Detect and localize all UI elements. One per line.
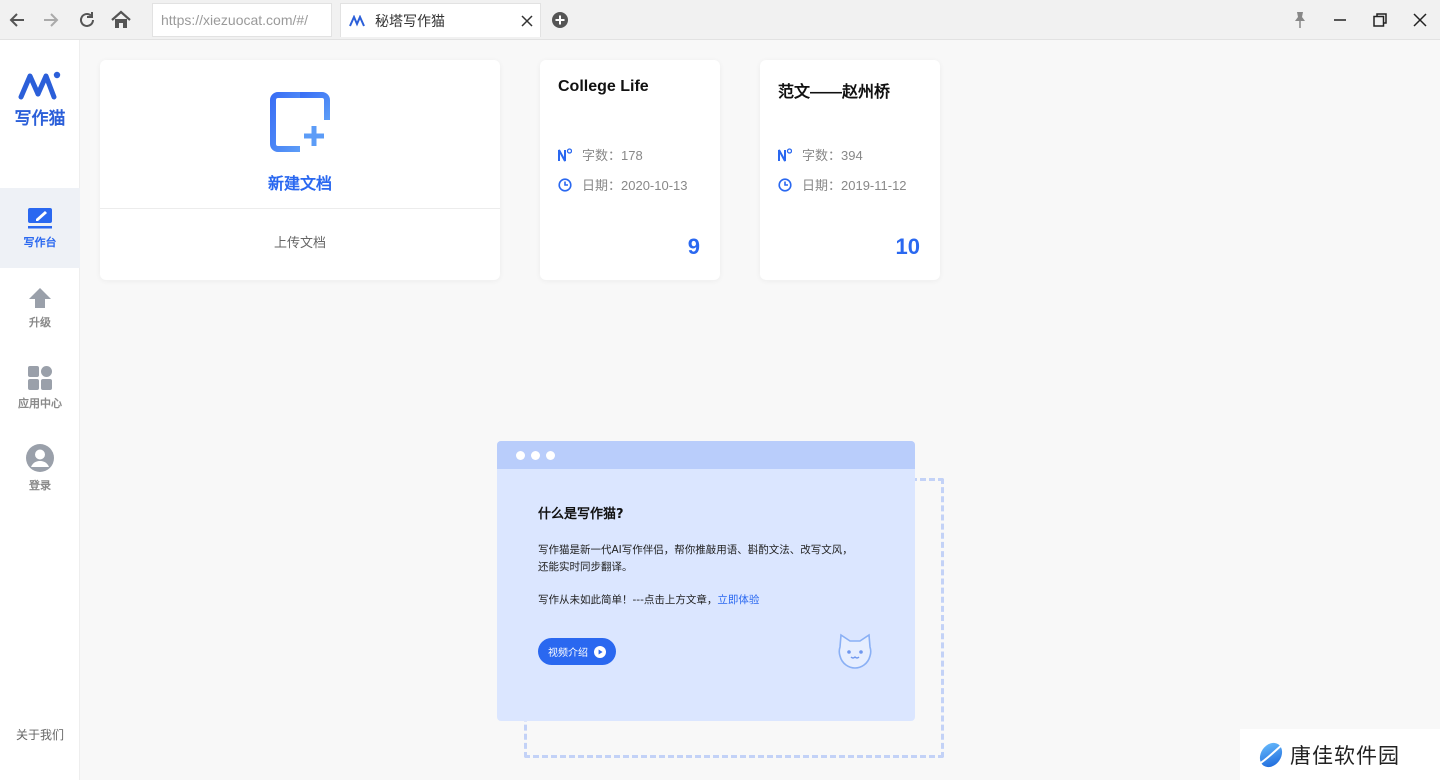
- sidebar-item-label: 应用中心: [18, 396, 62, 410]
- word-count: 字数：178: [582, 148, 643, 163]
- new-document-label: 新建文档: [267, 174, 332, 193]
- browser-tab[interactable]: 秘塔写作猫: [340, 3, 541, 37]
- back-arrow-icon: [9, 13, 24, 27]
- site-logo-icon: [349, 13, 365, 29]
- document-title: 范文——赵州桥: [778, 84, 891, 101]
- intro-line-2: 还能实时同步翻译。: [538, 561, 633, 573]
- sidebar: 写作猫 写作台 升级 应用中心 登录 关于我们: [0, 40, 80, 780]
- home-icon: [111, 10, 131, 28]
- word-count-row: 字数：178: [558, 145, 643, 164]
- app-logo[interactable]: 写作猫: [0, 70, 80, 129]
- tab-title: 秘塔写作猫: [375, 13, 445, 30]
- upload-document-button[interactable]: 上传文档: [100, 232, 500, 251]
- reload-icon: [80, 12, 94, 27]
- video-intro-button[interactable]: 视频介绍: [538, 638, 616, 665]
- back-button[interactable]: [3, 6, 31, 34]
- clock-icon: [778, 177, 792, 192]
- window-dot: [546, 451, 555, 460]
- window-dot: [531, 451, 540, 460]
- pin-icon: [1295, 12, 1305, 28]
- try-now-link[interactable]: 立即体验: [717, 594, 759, 606]
- document-date: 日期：2019-11-12: [802, 178, 907, 193]
- ai-logo-icon: [18, 71, 61, 100]
- upload-arrow-icon: [29, 287, 51, 308]
- intro-window-bar: [497, 441, 915, 469]
- intro-cta-text: 写作从未如此简单！---点击上方文章，: [538, 594, 718, 606]
- forward-button[interactable]: [37, 6, 65, 34]
- minimize-button[interactable]: [1327, 7, 1353, 33]
- watermark-logo-icon: [1258, 742, 1284, 767]
- sidebar-item-label: 升级: [29, 315, 51, 329]
- close-window-button[interactable]: [1407, 7, 1433, 33]
- sidebar-item-upgrade[interactable]: 升级: [0, 268, 80, 348]
- number-icon: [778, 147, 792, 162]
- plus-circle-icon: [552, 12, 568, 28]
- word-count: 字数：394: [802, 148, 863, 163]
- window-dot: [516, 451, 525, 460]
- reload-button[interactable]: [73, 6, 101, 34]
- play-icon: [594, 645, 606, 658]
- watermark-text: 唐佳软件园: [1290, 743, 1400, 768]
- apps-grid-icon: [28, 365, 52, 390]
- cat-mascot-icon: [838, 633, 872, 669]
- restore-button[interactable]: [1367, 7, 1393, 33]
- tab-close-icon[interactable]: [514, 8, 540, 34]
- intro-cta-line: 写作从未如此简单！---点击上方文章，立即体验: [538, 592, 888, 609]
- word-count-row: 字数：394: [778, 145, 863, 164]
- restore-icon: [1373, 13, 1387, 27]
- clock-icon: [558, 177, 572, 192]
- sidebar-item-login[interactable]: 登录: [0, 428, 80, 508]
- home-button[interactable]: [107, 6, 135, 34]
- sidebar-item-writing-desk[interactable]: 写作台: [0, 188, 80, 268]
- new-document-card: 新建文档 上传文档: [100, 60, 500, 280]
- date-row: 日期：2019-11-12: [778, 175, 907, 194]
- address-bar[interactable]: https://xiezuocat.com/#/: [152, 3, 332, 37]
- minimize-icon: [1334, 19, 1346, 21]
- document-count: 9: [687, 234, 700, 259]
- logo-text: 写作猫: [14, 109, 66, 129]
- close-icon: [1413, 13, 1427, 27]
- video-intro-label: 视频介绍: [548, 648, 588, 659]
- sidebar-item-app-center[interactable]: 应用中心: [0, 348, 80, 428]
- pin-button[interactable]: [1287, 7, 1313, 33]
- intro-panel: 什么是写作猫? 写作猫是新一代AI写作伴侣，帮你推敲用语、斟酌文法、改写文风， …: [497, 441, 915, 721]
- user-icon: [26, 443, 54, 472]
- intro-line-1: 写作猫是新一代AI写作伴侣，帮你推敲用语、斟酌文法、改写文风，: [538, 544, 853, 556]
- new-document-icon: [270, 92, 330, 152]
- divider: [100, 208, 500, 209]
- document-title: College Life: [558, 78, 649, 95]
- new-tab-button[interactable]: [550, 10, 570, 30]
- browser-toolbar: https://xiezuocat.com/#/ 秘塔写作猫: [0, 0, 1440, 40]
- watermark: 唐佳软件园: [1240, 729, 1440, 780]
- document-card[interactable]: 范文——赵州桥 字数：394 日期：2019-11-12 10: [760, 60, 940, 280]
- edit-icon: [28, 207, 52, 228]
- document-date: 日期：2020-10-13: [582, 178, 688, 193]
- intro-heading: 什么是写作猫?: [538, 507, 624, 522]
- new-document-button[interactable]: 新建文档: [100, 60, 500, 208]
- sidebar-item-label: 登录: [29, 478, 51, 492]
- document-count: 10: [895, 234, 920, 259]
- sidebar-item-label: 写作台: [23, 235, 57, 249]
- intro-description: 写作猫是新一代AI写作伴侣，帮你推敲用语、斟酌文法、改写文风， 还能实时同步翻译…: [538, 542, 888, 576]
- about-us-link[interactable]: 关于我们: [0, 726, 80, 743]
- document-card[interactable]: College Life 字数：178 日期：2020-10-13 9: [540, 60, 720, 280]
- date-row: 日期：2020-10-13: [558, 175, 688, 194]
- number-icon: [558, 147, 572, 162]
- forward-arrow-icon: [44, 13, 59, 27]
